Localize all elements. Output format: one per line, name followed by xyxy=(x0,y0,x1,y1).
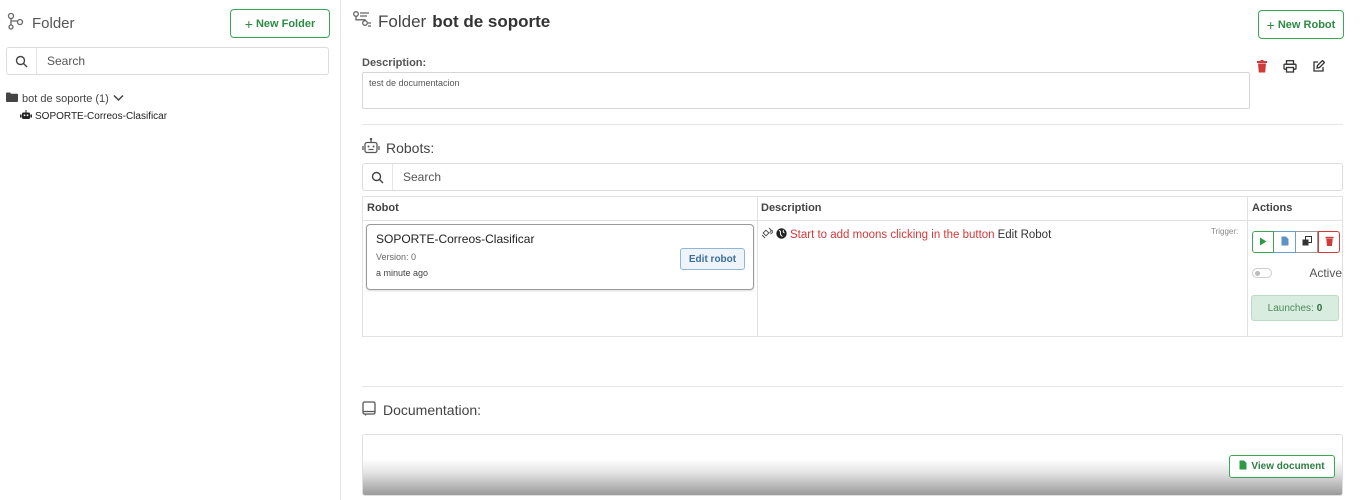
robots-section-title: Robots: xyxy=(362,137,435,157)
vertical-divider xyxy=(340,0,341,500)
trash-icon[interactable] xyxy=(1256,60,1268,78)
edit-icon[interactable] xyxy=(1312,59,1326,78)
robot-name: SOPORTE-Correos-Clasificar xyxy=(376,232,535,246)
robot-description: Start to add moons clicking in the butto… xyxy=(761,227,1051,242)
description-actions xyxy=(1256,59,1326,78)
launches-count: 0 xyxy=(1316,302,1323,314)
sidebar: Folder + New Folder bot de soporte (1) S… xyxy=(0,0,340,500)
trash-icon xyxy=(1325,233,1334,251)
section-divider xyxy=(362,386,1343,387)
launches-label: Launches: xyxy=(1267,302,1314,314)
tree-folder-label: bot de soporte (1) xyxy=(22,92,109,105)
plus-icon: + xyxy=(1266,16,1275,33)
page-title-folder-name: bot de soporte xyxy=(432,11,551,31)
column-header-description: Description xyxy=(761,202,822,214)
edit-robot-button[interactable]: Edit robot xyxy=(680,248,745,270)
documentation-title-text: Documentation: xyxy=(383,402,482,418)
page-title: Folder bot de soporte xyxy=(352,10,550,33)
search-icon xyxy=(363,164,393,190)
tree-folder-bot-de-soporte[interactable]: bot de soporte (1) xyxy=(6,92,124,105)
satellite-icon xyxy=(761,227,774,242)
description-hint-text: Start to add moons clicking in the butto… xyxy=(790,228,995,241)
documentation-preview xyxy=(362,434,1343,496)
trigger-label: Trigger: xyxy=(1211,227,1239,236)
active-toggle-row: Active xyxy=(1252,266,1342,280)
sidebar-search-input[interactable] xyxy=(37,48,328,74)
run-button[interactable] xyxy=(1252,231,1274,253)
new-folder-button[interactable]: + New Folder xyxy=(230,9,330,38)
globe-icon xyxy=(776,227,787,242)
column-header-robot: Robot xyxy=(367,202,399,214)
active-toggle[interactable] xyxy=(1252,268,1272,278)
copy-button[interactable] xyxy=(1296,231,1318,253)
chevron-down-icon[interactable] xyxy=(113,93,124,105)
sidebar-search xyxy=(6,47,329,75)
tree-item-label: SOPORTE-Correos-Clasificar xyxy=(35,111,168,122)
description-field[interactable]: test de documentacion xyxy=(362,72,1250,109)
file-icon xyxy=(1239,460,1247,473)
sidebar-title-text: Folder xyxy=(32,14,75,32)
copy-icon xyxy=(1302,233,1312,251)
robots-search-input[interactable] xyxy=(393,164,1342,190)
new-folder-label: New Folder xyxy=(255,17,316,30)
page-title-prefix: Folder xyxy=(378,11,427,31)
robots-search xyxy=(362,163,1343,191)
column-divider xyxy=(757,197,758,336)
book-icon xyxy=(362,401,377,419)
robot-outline-icon xyxy=(362,137,380,157)
document-button[interactable] xyxy=(1274,231,1296,253)
folder-settings-icon xyxy=(352,10,372,33)
robot-card[interactable]: SOPORTE-Correos-Clasificar Version: 0 a … xyxy=(366,224,754,290)
folder-icon xyxy=(6,92,18,105)
header-divider xyxy=(363,220,1342,221)
active-label: Active xyxy=(1309,266,1342,280)
folder-tree-icon xyxy=(6,12,26,34)
view-document-label: View document xyxy=(1251,461,1325,472)
plus-icon: + xyxy=(244,15,253,32)
sidebar-title: Folder xyxy=(6,12,75,34)
robot-action-buttons xyxy=(1252,231,1340,253)
search-icon xyxy=(7,48,37,74)
play-icon xyxy=(1259,233,1267,251)
new-robot-button[interactable]: + New Robot xyxy=(1258,10,1344,39)
column-divider xyxy=(1247,197,1248,336)
print-icon[interactable] xyxy=(1283,60,1297,78)
tree-item-robot[interactable]: SOPORTE-Correos-Clasificar xyxy=(20,110,167,123)
view-document-button[interactable]: View document xyxy=(1229,455,1335,478)
robot-icon xyxy=(20,110,32,123)
file-icon xyxy=(1281,233,1289,251)
sidebar-header: Folder + New Folder xyxy=(6,8,332,40)
description-hint-action: Edit Robot xyxy=(997,228,1052,241)
description-label: Description: xyxy=(362,57,427,69)
new-robot-label: New Robot xyxy=(1277,18,1336,31)
robots-table: Robot Description Actions SOPORTE-Correo… xyxy=(362,196,1343,337)
section-divider xyxy=(362,124,1343,125)
documentation-section-title: Documentation: xyxy=(362,401,481,419)
robots-title-text: Robots: xyxy=(386,139,435,156)
launches-badge: Launches: 0 xyxy=(1251,295,1339,321)
column-header-actions: Actions xyxy=(1252,202,1293,214)
delete-button[interactable] xyxy=(1318,231,1340,253)
